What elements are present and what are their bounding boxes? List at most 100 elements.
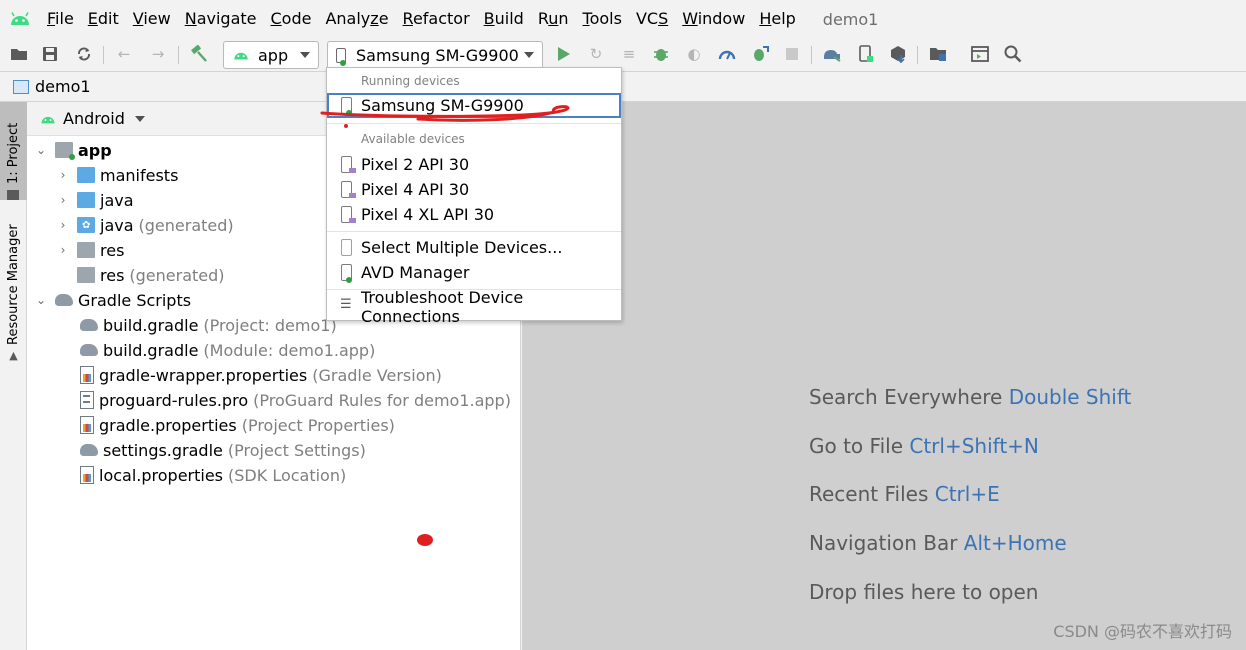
chevron-right-icon[interactable]: › xyxy=(57,218,69,232)
menu-refactor[interactable]: Refactor xyxy=(396,0,477,38)
menu-view[interactable]: View xyxy=(126,0,178,38)
tree-item-res-generated[interactable]: res (generated) xyxy=(77,263,225,287)
tree-item-proguard-rules[interactable]: proguard-rules.pro (ProGuard Rules for d… xyxy=(80,388,511,412)
device-select-label: Samsung SM-G9900 xyxy=(356,45,519,65)
sync-icon[interactable] xyxy=(73,43,95,65)
search-icon[interactable] xyxy=(1002,43,1024,65)
avd-manager-item[interactable]: AVD Manager xyxy=(327,260,621,285)
layout-inspector-icon[interactable] xyxy=(969,43,991,65)
annotation-dot xyxy=(417,534,433,546)
apply-changes-icon[interactable]: ↻ xyxy=(585,43,607,65)
tree-item-build-gradle-module[interactable]: build.gradle (Module: demo1.app) xyxy=(80,338,375,362)
main-toolbar: ← → app Samsung SM-G9900 ↻ ≡ ◐ xyxy=(0,38,1246,72)
device-label: Pixel 4 API 30 xyxy=(361,180,470,199)
tree-item-gradle-wrapper-properties[interactable]: gradle-wrapper.properties (Gradle Versio… xyxy=(80,363,442,387)
phone-icon xyxy=(336,47,346,66)
android-icon xyxy=(41,116,55,123)
device-item-pixel-2[interactable]: Pixel 2 API 30 xyxy=(327,152,621,177)
debug-icon[interactable] xyxy=(650,43,672,65)
generated-folder-icon: ✿ xyxy=(77,217,95,233)
hint-go-to-file: Go to File Ctrl+Shift+N xyxy=(809,434,1039,458)
device-item-samsung[interactable]: Samsung SM-G9900 xyxy=(327,93,621,118)
tab-resource-manager-label: Resource Manager xyxy=(6,224,21,345)
hint-search-everywhere: Search Everywhere Double Shift xyxy=(809,385,1131,409)
tree-item-label: build.gradle xyxy=(103,315,199,335)
menu-build[interactable]: Build xyxy=(477,0,531,38)
tree-item-res[interactable]: › res xyxy=(57,238,125,262)
menu-run[interactable]: Run xyxy=(531,0,576,38)
tree-item-build-gradle-project[interactable]: build.gradle (Project: demo1) xyxy=(80,313,337,337)
device-label: Pixel 2 API 30 xyxy=(361,155,470,174)
select-multiple-devices-item[interactable]: Select Multiple Devices... xyxy=(327,235,621,260)
res-folder-icon xyxy=(77,267,95,283)
hint-text: Search Everywhere xyxy=(809,385,1003,409)
tree-item-settings-gradle[interactable]: settings.gradle (Project Settings) xyxy=(80,438,366,462)
chevron-down-icon xyxy=(524,52,534,58)
tree-item-hint: (Project Properties) xyxy=(241,415,395,435)
profile-icon[interactable] xyxy=(716,43,738,65)
menu-navigate[interactable]: Navigate xyxy=(178,0,264,38)
hint-text: Go to File xyxy=(809,434,903,458)
chevron-down-icon xyxy=(134,115,145,122)
res-folder-icon xyxy=(77,242,95,258)
android-studio-logo-icon xyxy=(0,0,40,38)
apply-code-changes-icon[interactable]: ≡ xyxy=(618,43,640,65)
save-all-icon[interactable] xyxy=(39,43,61,65)
tree-item-gradle-properties[interactable]: gradle.properties (Project Properties) xyxy=(80,413,395,437)
tree-item-java-generated[interactable]: › ✿ java (generated) xyxy=(57,213,234,237)
tab-project[interactable]: 1: Project xyxy=(0,102,27,200)
breadcrumb-project[interactable]: demo1 xyxy=(35,77,91,96)
tree-item-label: gradle-wrapper.properties xyxy=(99,365,308,385)
open-folder-icon[interactable] xyxy=(8,43,30,65)
menu-window[interactable]: Window xyxy=(675,0,752,38)
chevron-down-icon[interactable]: ⌄ xyxy=(35,143,47,157)
tree-item-manifests[interactable]: › manifests xyxy=(57,163,179,187)
tree-item-label: gradle.properties xyxy=(99,415,237,435)
properties-icon xyxy=(80,416,94,434)
chevron-down-icon[interactable]: ⌄ xyxy=(35,293,47,307)
back-arrow-icon[interactable]: ← xyxy=(113,43,135,65)
chevron-right-icon[interactable]: › xyxy=(57,193,69,207)
attach-debugger-icon[interactable]: ◐ xyxy=(683,43,705,65)
tree-item-label: java xyxy=(100,215,134,235)
menu-analyze[interactable]: Analyze xyxy=(318,0,395,38)
menu-help[interactable]: Help xyxy=(752,0,802,38)
tree-item-label: res xyxy=(100,240,125,260)
troubleshoot-item[interactable]: ☰ Troubleshoot Device Connections xyxy=(327,288,621,326)
left-tool-stripe: 1: Project ▲ Resource Manager xyxy=(0,102,27,650)
menu-file[interactable]: File xyxy=(40,0,81,38)
menu-code[interactable]: Code xyxy=(264,0,319,38)
chevron-right-icon[interactable]: › xyxy=(57,243,69,257)
tree-item-local-properties[interactable]: local.properties (SDK Location) xyxy=(80,463,346,487)
menu-edit[interactable]: Edit xyxy=(81,0,126,38)
sdk-manager-icon[interactable] xyxy=(887,43,909,65)
tree-item-hint: (Gradle Version) xyxy=(312,365,442,385)
phone-icon xyxy=(341,97,352,116)
project-structure-icon[interactable] xyxy=(927,43,949,65)
tree-item-label: java xyxy=(100,190,134,210)
make-project-hammer-icon[interactable] xyxy=(188,43,210,65)
menu-tools[interactable]: Tools xyxy=(576,0,629,38)
gradle-icon xyxy=(55,292,73,308)
tree-item-app[interactable]: ⌄ app xyxy=(35,138,112,162)
menu-item-label: Select Multiple Devices... xyxy=(361,238,563,257)
device-select[interactable]: Samsung SM-G9900 xyxy=(327,41,543,69)
menu-vcs[interactable]: VCS xyxy=(629,0,675,38)
run-icon[interactable] xyxy=(553,43,575,65)
chevron-down-icon xyxy=(300,52,310,58)
tab-resource-manager[interactable]: ▲ Resource Manager xyxy=(0,214,27,362)
sync-gradle-icon[interactable] xyxy=(821,43,843,65)
menu-bar: File Edit View Navigate Code Analyze Ref… xyxy=(0,0,1246,38)
window-project-name: demo1 xyxy=(822,9,879,29)
forward-arrow-icon[interactable]: → xyxy=(147,43,169,65)
chevron-right-icon[interactable]: › xyxy=(57,168,69,182)
tree-item-gradle-scripts[interactable]: ⌄ Gradle Scripts xyxy=(35,288,191,312)
run-config-select[interactable]: app xyxy=(223,41,319,69)
device-item-pixel-4-xl[interactable]: Pixel 4 XL API 30 xyxy=(327,202,621,227)
device-item-pixel-4[interactable]: Pixel 4 API 30 xyxy=(327,177,621,202)
avd-manager-icon[interactable] xyxy=(855,43,877,65)
tree-item-java[interactable]: › java xyxy=(57,188,134,212)
attach-to-process-icon[interactable] xyxy=(749,43,771,65)
hint-navigation-bar: Navigation Bar Alt+Home xyxy=(809,531,1067,555)
stop-icon[interactable] xyxy=(781,43,803,65)
